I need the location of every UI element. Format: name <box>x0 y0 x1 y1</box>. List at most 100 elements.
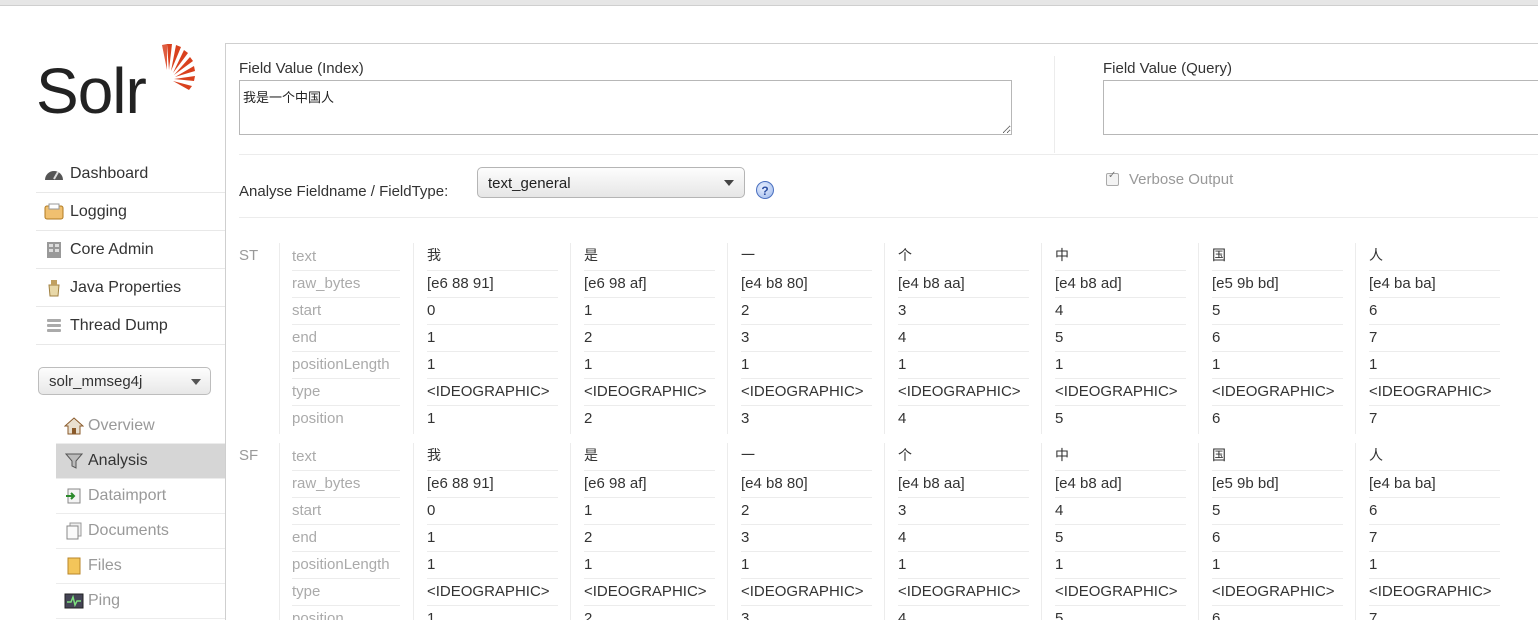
funnel-icon <box>64 452 84 470</box>
chevron-down-icon <box>191 379 201 385</box>
token-text: 个 <box>898 443 1029 471</box>
token-position: 1 <box>427 410 436 427</box>
token-start: 3 <box>898 297 1029 325</box>
core-item-label: Dataimport <box>88 487 167 504</box>
index-field-value-textarea[interactable]: 我是一个中国人 <box>239 80 1012 135</box>
token-type: <IDEOGRAPHIC> <box>1055 378 1186 406</box>
index-field-label: Field Value (Index) <box>239 60 364 77</box>
stage-name: SF <box>239 447 259 464</box>
attr-label-text: text <box>292 243 400 271</box>
core-selector[interactable]: solr_mmseg4j <box>38 367 211 395</box>
token-column: 我 [e6 88 91] 0 1 1 <IDEOGRAPHIC> 1 <box>413 243 571 434</box>
sidebar-item-core-admin[interactable]: Core Admin <box>36 231 225 269</box>
token-start: 2 <box>741 297 872 325</box>
sidebar-item-logging[interactable]: Logging <box>36 193 225 231</box>
core-item-documents[interactable]: Documents <box>56 514 225 549</box>
token-column: 我 [e6 88 91] 0 1 1 <IDEOGRAPHIC> 1 <box>413 443 571 620</box>
token-text: 是 <box>584 443 715 471</box>
sidebar-item-thread-dump[interactable]: Thread Dump <box>36 307 225 345</box>
token-position-length: 1 <box>741 551 872 579</box>
token-raw-bytes: [e4 b8 80] <box>741 470 872 498</box>
token-start: 1 <box>584 297 715 325</box>
sidebar-nav: Dashboard Logging Core Admin Java Proper… <box>36 155 225 345</box>
token-position-length: 1 <box>1212 551 1343 579</box>
token-column: 一 [e4 b8 80] 2 3 1 <IDEOGRAPHIC> 3 <box>727 243 885 434</box>
token-raw-bytes: [e6 88 91] <box>427 270 558 298</box>
query-field-value-textarea[interactable] <box>1103 80 1538 135</box>
token-position: 5 <box>1055 610 1064 620</box>
form-row-separator <box>239 154 1538 155</box>
token-end: 7 <box>1369 524 1500 552</box>
token-raw-bytes: [e6 98 af] <box>584 470 715 498</box>
token-column: 一 [e4 b8 80] 2 3 1 <IDEOGRAPHIC> 3 <box>727 443 885 620</box>
verbose-output-checkbox[interactable]: Verbose Output <box>1106 170 1233 188</box>
token-column: 是 [e6 98 af] 1 2 1 <IDEOGRAPHIC> 2 <box>570 243 728 434</box>
solr-logo[interactable]: Solr <box>36 40 206 130</box>
token-position-length: 1 <box>898 551 1029 579</box>
attr-label-position-length: positionLength <box>292 351 400 379</box>
token-end: 2 <box>584 524 715 552</box>
analysis-stage-sf: SF text raw_bytes start end positionLeng… <box>239 443 1538 620</box>
token-end: 4 <box>898 524 1029 552</box>
token-position: 7 <box>1369 610 1378 620</box>
token-type: <IDEOGRAPHIC> <box>427 578 558 606</box>
token-raw-bytes: [e4 ba ba] <box>1369 270 1500 298</box>
token-position: 6 <box>1212 410 1221 427</box>
token-position-length: 1 <box>427 551 558 579</box>
token-end: 5 <box>1055 324 1186 352</box>
token-column: 个 [e4 b8 aa] 3 4 1 <IDEOGRAPHIC> 4 <box>884 243 1042 434</box>
analysis-stage-st: ST text raw_bytes start end positionLeng… <box>239 243 1538 434</box>
token-end: 4 <box>898 324 1029 352</box>
token-raw-bytes: [e4 b8 80] <box>741 270 872 298</box>
token-column: 中 [e4 b8 ad] 4 5 1 <IDEOGRAPHIC> 5 <box>1041 443 1199 620</box>
attr-label-end: end <box>292 324 400 352</box>
core-selector-value: solr_mmseg4j <box>49 373 143 390</box>
token-start: 0 <box>427 297 558 325</box>
core-item-label: Files <box>88 557 122 574</box>
sidebar-item-dashboard[interactable]: Dashboard <box>36 155 225 193</box>
token-position: 3 <box>741 610 750 620</box>
token-end: 1 <box>427 524 558 552</box>
token-text: 人 <box>1369 243 1500 271</box>
core-item-dataimport[interactable]: Dataimport <box>56 479 225 514</box>
token-type: <IDEOGRAPHIC> <box>584 578 715 606</box>
token-position: 6 <box>1212 610 1221 620</box>
token-start: 1 <box>584 497 715 525</box>
token-position: 3 <box>741 410 750 427</box>
token-type: <IDEOGRAPHIC> <box>741 378 872 406</box>
token-start: 0 <box>427 497 558 525</box>
token-type: <IDEOGRAPHIC> <box>1369 378 1500 406</box>
core-item-ping[interactable]: Ping <box>56 584 225 619</box>
core-item-files[interactable]: Files <box>56 549 225 584</box>
token-type: <IDEOGRAPHIC> <box>898 578 1029 606</box>
form-column-separator <box>1054 56 1055 153</box>
logo-wordmark: Solr <box>36 55 147 127</box>
token-position-length: 1 <box>1369 351 1500 379</box>
home-icon <box>64 417 84 435</box>
stage-name: ST <box>239 247 259 264</box>
thread-dump-icon <box>44 317 64 335</box>
token-end: 3 <box>741 324 872 352</box>
help-icon[interactable]: ? <box>756 181 774 199</box>
token-raw-bytes: [e4 b8 aa] <box>898 470 1029 498</box>
sidebar-item-label: Core Admin <box>70 240 154 258</box>
core-item-overview[interactable]: Overview <box>56 409 225 444</box>
fieldtype-select[interactable]: text_general <box>477 167 745 198</box>
core-item-analysis[interactable]: Analysis <box>56 444 225 479</box>
core-admin-icon <box>44 241 64 259</box>
content-top-border <box>225 43 1538 44</box>
token-position-length: 1 <box>741 351 872 379</box>
token-text: 一 <box>741 443 872 471</box>
files-icon <box>64 557 84 575</box>
attr-label-start: start <box>292 297 400 325</box>
token-start: 4 <box>1055 297 1186 325</box>
token-column: 个 [e4 b8 aa] 3 4 1 <IDEOGRAPHIC> 4 <box>884 443 1042 620</box>
token-start: 3 <box>898 497 1029 525</box>
logging-icon <box>44 203 64 221</box>
sidebar-item-label: Thread Dump <box>70 316 168 334</box>
sidebar-item-java-properties[interactable]: Java Properties <box>36 269 225 307</box>
token-position-length: 1 <box>584 551 715 579</box>
token-type: <IDEOGRAPHIC> <box>584 378 715 406</box>
token-start: 2 <box>741 497 872 525</box>
java-properties-icon <box>44 279 64 297</box>
